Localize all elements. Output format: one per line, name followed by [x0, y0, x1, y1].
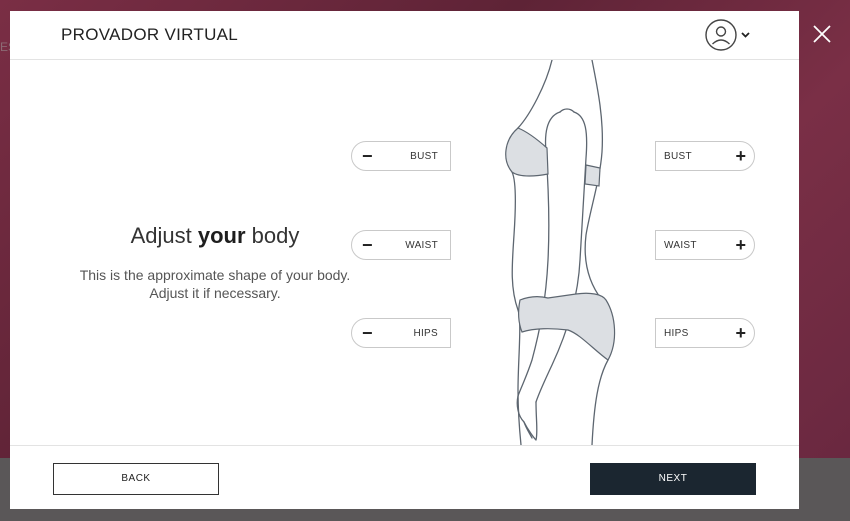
- close-icon: [813, 25, 831, 43]
- bra-shape: [505, 127, 549, 177]
- adjust-body-panel: Adjust your body This is the approximate…: [10, 60, 799, 445]
- bust-label: BUST: [664, 151, 692, 162]
- bra-strap-shape: [584, 164, 601, 187]
- waist-label: WAIST: [405, 240, 438, 251]
- modal-header: PROVADOR VIRTUAL: [10, 11, 799, 60]
- briefs-shape: [518, 292, 616, 361]
- body-silhouette-illustration: [505, 60, 616, 445]
- waist-decrease-button[interactable]: − WAIST: [351, 230, 451, 260]
- waist-label: WAIST: [664, 240, 697, 251]
- plus-icon: +: [735, 146, 746, 166]
- user-menu[interactable]: [705, 19, 755, 53]
- back-button[interactable]: BACK: [53, 463, 219, 495]
- minus-icon: −: [362, 146, 373, 166]
- minus-icon: −: [362, 323, 373, 343]
- bust-increase-button[interactable]: BUST +: [655, 141, 755, 171]
- chevron-down-icon: [741, 32, 750, 38]
- page-heading: Adjust your body: [130, 223, 300, 248]
- plus-icon: +: [735, 235, 746, 255]
- user-avatar-icon: [705, 19, 750, 51]
- hips-label: HIPS: [664, 328, 689, 339]
- next-button[interactable]: NEXT: [590, 463, 756, 495]
- app-title: PROVADOR VIRTUAL: [61, 25, 239, 44]
- bust-label: BUST: [410, 151, 438, 162]
- hips-decrease-button[interactable]: − HIPS: [351, 318, 451, 348]
- waist-increase-button[interactable]: WAIST +: [655, 230, 755, 260]
- virtual-fitting-modal: PROVADOR VIRTUAL Adjust your body This i…: [10, 11, 799, 509]
- hips-increase-button[interactable]: HIPS +: [655, 318, 755, 348]
- modal-footer: BACK NEXT: [10, 445, 799, 510]
- close-button[interactable]: [810, 22, 834, 46]
- page-description: This is the approximate shape of your bo…: [79, 267, 351, 301]
- bust-decrease-button[interactable]: − BUST: [351, 141, 451, 171]
- plus-icon: +: [735, 323, 746, 343]
- minus-icon: −: [362, 235, 373, 255]
- hips-label: HIPS: [413, 328, 438, 339]
